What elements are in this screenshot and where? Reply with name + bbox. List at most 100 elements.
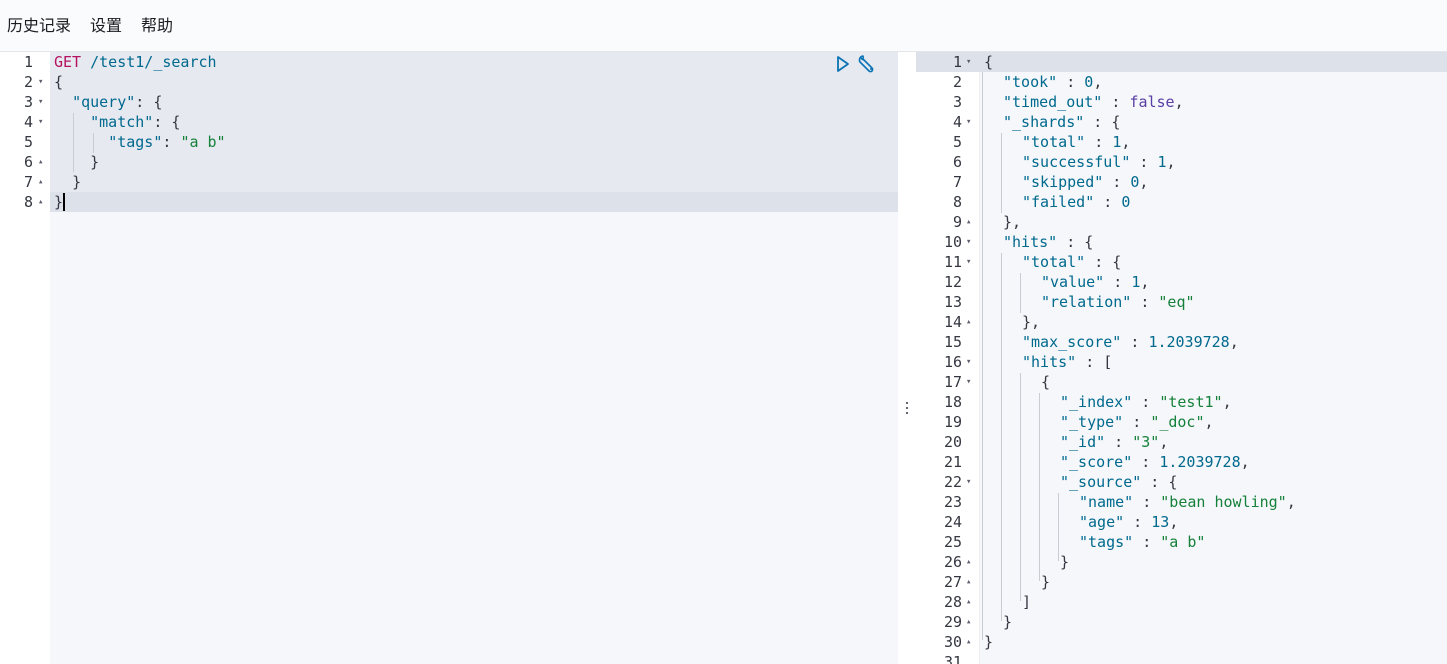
- fold-arrow-down-icon[interactable]: ▾: [38, 92, 43, 112]
- response-line-number: 29: [943, 613, 962, 631]
- json-punctuation: :: [1130, 153, 1158, 171]
- fold-arrow-up-icon[interactable]: ▴: [38, 192, 43, 212]
- panel-splitter[interactable]: [898, 52, 916, 664]
- response-line-number: 9: [952, 213, 962, 231]
- indent-guide: [1039, 393, 1040, 581]
- json-punctuation: :: [1123, 413, 1151, 431]
- menu-settings[interactable]: 设置: [90, 16, 122, 36]
- json-number: 1: [1157, 153, 1167, 171]
- fold-arrow-up-icon[interactable]: ▴: [966, 572, 971, 592]
- http-method: GET: [54, 53, 82, 71]
- json-key: "hits": [1003, 233, 1058, 251]
- fold-arrow-down-icon[interactable]: ▾: [966, 472, 971, 492]
- fold-arrow-up-icon[interactable]: ▴: [38, 172, 43, 192]
- response-line-number: 22: [943, 473, 962, 491]
- response-line-15: "max_score" : 1.2039728,: [1022, 332, 1239, 352]
- response-editor[interactable]: 1 ▾ 2 3 4 ▾ 5 6 7 8 9 ▴ 10 ▾ 11 ▾ 12 13 14 ▴ 15 16 ▾ 17 ▾ 18 19 20 2…: [916, 52, 1447, 664]
- json-key: "_index": [1060, 393, 1133, 411]
- response-line-7: "skipped" : 0,: [1022, 172, 1148, 192]
- json-number: 1.2039728: [1159, 453, 1241, 471]
- request-line-5: "tags": "a b": [108, 133, 226, 151]
- fold-arrow-down-icon[interactable]: ▾: [966, 52, 971, 72]
- json-punctuation: ,: [1229, 333, 1239, 351]
- fold-arrow-up-icon[interactable]: ▴: [966, 552, 971, 572]
- fold-arrow-up-icon[interactable]: ▴: [966, 612, 971, 632]
- fold-arrow-down-icon[interactable]: ▾: [966, 112, 971, 132]
- fold-arrow-up-icon[interactable]: ▴: [966, 632, 971, 652]
- fold-arrow-down-icon[interactable]: ▾: [966, 352, 971, 372]
- request-line-2: {: [54, 73, 64, 91]
- json-punctuation: : {: [1057, 233, 1094, 251]
- fold-arrow-up-icon[interactable]: ▴: [38, 152, 43, 172]
- json-string: "3": [1132, 433, 1160, 451]
- request-editor[interactable]: 1 2 ▾ 3 ▾ 4 ▾ 5 6 ▴ 7 ▴ 8 ▴ GET /test1/_search { "que…: [0, 52, 898, 664]
- indent-guide: [1001, 133, 1002, 213]
- json-key: "skipped": [1022, 173, 1104, 191]
- json-number: 13: [1151, 513, 1170, 531]
- response-line-24: "age" : 13,: [1079, 512, 1178, 532]
- response-line-number: 21: [943, 453, 962, 471]
- response-line-14: },: [1022, 312, 1040, 332]
- request-line-number: 1: [23, 53, 33, 71]
- response-line-number: 1: [952, 53, 962, 71]
- json-punctuation: },: [1022, 313, 1041, 331]
- fold-arrow-down-icon[interactable]: ▾: [38, 72, 43, 92]
- json-key: "relation": [1041, 293, 1132, 311]
- json-punctuation: :: [1132, 453, 1160, 471]
- response-line-12: "value" : 1,: [1041, 272, 1149, 292]
- json-punctuation: :: [1102, 93, 1130, 111]
- response-line-19: "_type" : "_doc",: [1060, 412, 1214, 432]
- fold-arrow-up-icon[interactable]: ▴: [966, 312, 971, 332]
- response-line-9: },: [1003, 212, 1021, 232]
- json-key: "_id": [1060, 433, 1106, 451]
- json-punctuation: :: [1105, 433, 1133, 451]
- vertical-dots-icon: [905, 402, 909, 418]
- request-line-number: 5: [23, 133, 33, 151]
- json-punctuation: :: [1133, 493, 1161, 511]
- json-punctuation: ]: [1022, 593, 1032, 611]
- response-line-number: 15: [943, 333, 962, 351]
- json-key: "total": [1022, 253, 1086, 271]
- json-punctuation: {: [1041, 373, 1051, 391]
- response-line-28: ]: [1022, 592, 1031, 612]
- json-punctuation: ,: [1222, 393, 1232, 411]
- request-line-number: 3: [23, 93, 33, 111]
- json-key: "value": [1041, 273, 1105, 291]
- wrench-icon[interactable]: [857, 54, 879, 76]
- text-cursor: [63, 193, 65, 211]
- json-punctuation: : [: [1076, 353, 1113, 371]
- json-number: 1.2039728: [1148, 333, 1230, 351]
- json-key: "successful": [1022, 153, 1131, 171]
- json-punctuation: :: [1132, 393, 1160, 411]
- request-url: /test1/_search: [90, 53, 217, 71]
- json-punctuation: ,: [1121, 133, 1131, 151]
- play-icon[interactable]: [835, 55, 851, 73]
- response-line-2: "took" : 0,: [1003, 72, 1102, 92]
- json-string: "a b": [1160, 533, 1206, 551]
- fold-arrow-down-icon[interactable]: ▾: [38, 112, 43, 132]
- json-key: "failed": [1022, 193, 1095, 211]
- fold-arrow-down-icon[interactable]: ▾: [966, 372, 971, 392]
- response-line-number: 12: [943, 273, 962, 291]
- response-line-number: 31: [943, 653, 962, 664]
- request-line-number: 7: [23, 173, 33, 191]
- fold-arrow-up-icon[interactable]: ▴: [966, 212, 971, 232]
- response-line-number: 26: [943, 553, 962, 571]
- response-line-number: 20: [943, 433, 962, 451]
- response-line-17: {: [1041, 372, 1050, 392]
- response-line-number: 18: [943, 393, 962, 411]
- fold-arrow-up-icon[interactable]: ▴: [966, 592, 971, 612]
- menu-history[interactable]: 历史记录: [7, 16, 71, 36]
- json-punctuation: :: [1121, 333, 1149, 351]
- json-string: "eq": [1158, 293, 1195, 311]
- response-line-number: 10: [943, 233, 962, 251]
- json-key: "hits": [1022, 353, 1077, 371]
- response-line-26: }: [1060, 552, 1069, 572]
- response-line-number: 23: [943, 493, 962, 511]
- request-line-6: }: [90, 153, 100, 171]
- json-key: "_shards": [1003, 113, 1085, 131]
- indent-guide: [1001, 253, 1002, 621]
- menu-help[interactable]: 帮助: [141, 16, 173, 36]
- fold-arrow-down-icon[interactable]: ▾: [966, 252, 971, 272]
- fold-arrow-down-icon[interactable]: ▾: [966, 232, 971, 252]
